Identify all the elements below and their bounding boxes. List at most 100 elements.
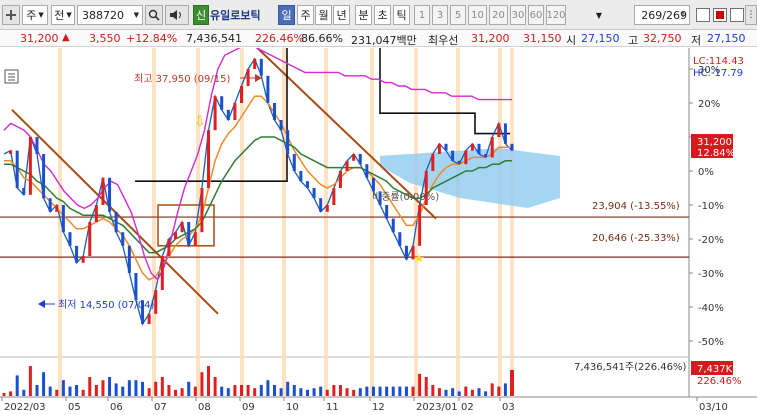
candle [418,205,422,246]
chart-canvas[interactable]: 30%20%10%0%-10%-20%-30%-40%-50% 2022/030… [0,48,757,415]
volume-bar [398,386,402,396]
chart-type-label: 주 [26,9,37,22]
period-tab-6[interactable]: 초 [374,5,391,25]
volume-bar [259,385,263,396]
candle [286,130,290,154]
volume-bar [108,377,112,396]
quote-change-rate: +12.84% [126,32,178,45]
period-tab-2[interactable]: 주 [297,5,314,25]
volume-bar [371,386,375,396]
period-tab-4[interactable]: 년 [333,5,350,25]
market-select[interactable]: 전 ▼ [51,5,75,25]
count-value: 269 [641,8,663,22]
volume-bar [497,386,501,396]
candle [371,177,375,192]
level2-annotation: 20,646 (-25.33%) [592,233,680,244]
high-value: 32,750 [643,32,682,45]
search-icon[interactable] [145,5,163,25]
x-tick-label: 07 [154,402,167,413]
volume-bar [9,391,13,396]
candle [345,160,349,171]
stepper-icon[interactable]: ⇕ [676,5,690,25]
volume-bar [240,385,244,396]
stock-name: 유일로보틱 [210,5,274,25]
interval-button-5[interactable]: 20 [489,5,508,25]
volume-bar [365,386,369,396]
settings-icon[interactable] [2,5,20,25]
candle [42,154,46,199]
interval-button-3[interactable]: 5 [450,5,466,25]
candle [338,171,342,188]
period-tab-5[interactable]: 분 [355,5,372,25]
checkbox-1[interactable] [696,8,710,22]
candle [160,256,164,290]
checkbox-2[interactable] [713,8,727,22]
x-tick-label: 06 [110,402,123,413]
candle [193,232,197,246]
volume-bar [404,386,408,396]
volume-bar [272,385,276,396]
y-tick-label: 20% [698,99,720,110]
x-tick-label: 2023/01 [416,402,458,413]
candle [259,58,263,76]
stock-name-label: 유일로보틱 [210,9,261,22]
x-tick-label: 05 [68,402,81,413]
volume-bar [325,389,329,396]
more-icon[interactable]: ⋮ [745,5,757,25]
volume-bar [147,388,151,396]
candle [490,137,494,158]
volume-bar [193,386,197,396]
volume-bar [431,385,435,396]
signal-band [152,48,156,397]
candle [457,160,461,165]
x-tick-label: 10 [286,402,299,413]
period-tab-7[interactable]: 틱 [393,5,410,25]
interval-button-7[interactable]: 60 [528,5,544,25]
volume-bar [154,381,158,396]
interval-button-8[interactable]: 120 [546,5,566,25]
candle [28,137,32,195]
candle [213,96,217,131]
candle [75,245,79,263]
interval-button-2[interactable]: 3 [432,5,448,25]
volume-bar [213,377,217,396]
stock-chart[interactable]: 30%20%10%0%-10%-20%-30%-40%-50% 2022/030… [0,48,757,415]
volume-bar [319,386,323,396]
candle [411,245,415,260]
volume-bar [418,373,422,396]
signal-band [456,48,460,397]
volume-bar [378,386,382,396]
period-tab-1[interactable]: 일 [278,5,295,25]
interval-button-1[interactable]: 1 [414,5,430,25]
volume-bar [2,393,6,396]
candle [279,120,283,131]
volume-bar [464,386,468,396]
low-label: 저 [691,34,702,47]
volume-bar [484,391,488,396]
volume-current-label: 7,437K [697,364,733,375]
volume-annotation: 7,436,541주(226.46%) [574,362,686,373]
volume-bar [200,372,204,396]
volume-bar [35,385,39,396]
candle [503,123,507,144]
x-tick-label: 02 [461,402,474,413]
chevron-down-icon[interactable]: ▼ [593,5,605,25]
volume-bar [48,386,52,396]
x-tick-label: 11 [326,402,339,413]
candle [15,150,19,188]
best-ask: 31,200 [471,32,510,45]
current-price-label: 31,200 [697,137,732,148]
chart-type-select[interactable]: 주 ▼ [22,5,48,25]
volume-bar [114,383,118,396]
current-rate-label: 12.84% [697,148,735,159]
interval-button-6[interactable]: 30 [510,5,526,25]
code-input[interactable]: 388720 ▼ [77,5,143,25]
period-tab-3[interactable]: 월 [315,5,332,25]
volume-bar [292,385,296,396]
speaker-icon[interactable] [165,5,189,25]
volume-bar [22,389,26,396]
interval-button-4[interactable]: 10 [468,5,487,25]
open-label: 시 [566,34,577,47]
checkbox-3[interactable] [730,8,744,22]
volume-bar [160,377,164,396]
